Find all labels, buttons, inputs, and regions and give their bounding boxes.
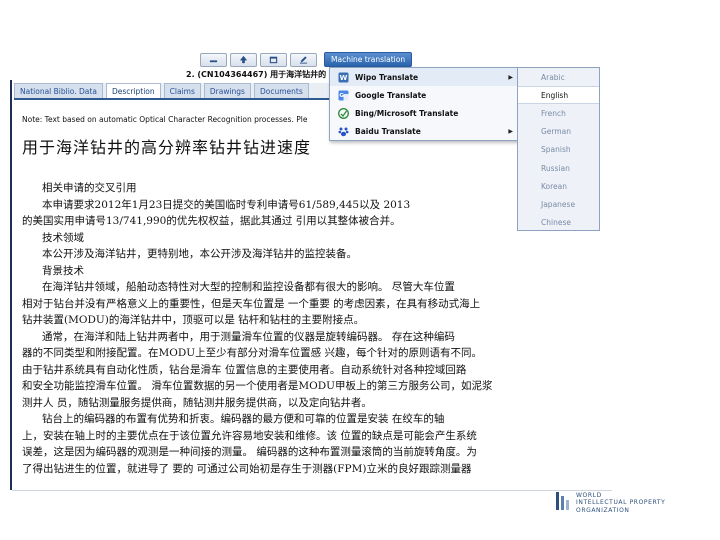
body-line: 器的不同类型和附接配置。在MODU上至少有部分对滑车位置感 兴趣，每个针对的原则…	[22, 347, 482, 359]
body-line: 钻井装置(MODU)的海洋钻井中，顶驱可以是 钻杆和钻柱的主要附接点。	[22, 314, 365, 326]
google-translate-icon: G	[337, 89, 349, 101]
body-line: 了得出钻进生的位置，就进导了 要的 可通过公司始初是存生于测器(FPM)立米的良…	[22, 462, 472, 475]
restore-icon	[269, 56, 278, 64]
body-line: 在海洋钻井领域，船舶动态特性对大型的控制和监控设备都有很大的影响。 尽管大车位置	[22, 281, 455, 293]
tab-description[interactable]: Description	[105, 83, 161, 98]
up-arrow-icon	[239, 55, 248, 64]
menu-item-label: Wipo Translate	[355, 72, 419, 82]
submenu-arrow-icon: ▶	[508, 73, 513, 81]
body-line: 背景技术	[22, 264, 85, 277]
menu-item-label: Baidu Translate	[355, 126, 421, 136]
svg-text:W: W	[339, 74, 347, 82]
left-divider	[10, 80, 12, 490]
language-option-english[interactable]: English	[518, 86, 599, 105]
edit-button[interactable]	[290, 52, 317, 67]
up-button[interactable]	[230, 52, 257, 67]
wipo-logo-icon	[556, 492, 569, 510]
machine-translation-button[interactable]: Machine translation	[324, 52, 413, 67]
language-option-russian[interactable]: Russian	[518, 159, 599, 177]
body-line: 本公开涉及海洋钻井，更特别地，本公开涉及海洋钻井的监控装备。	[22, 248, 358, 260]
svg-text:G: G	[339, 93, 344, 99]
footer-divider	[12, 490, 612, 491]
edit-icon	[299, 56, 308, 64]
body-line: 相对于钻台并没有严格意义上的重要性，但是天车位置是 一个重要 的考虑因素，在具有…	[22, 297, 481, 310]
wipo-wordmark: WORLD INTELLECTUAL PROPERTY ORGANIZATION	[576, 492, 665, 514]
menu-item-label: Google Translate	[355, 90, 427, 100]
body-line: 钻台上的编码器的布置有优势和折衷。编码器的最方便和可靠的位置是安装 在绞车的轴	[22, 413, 445, 425]
document-title: 2. (CN104364467) 用于海洋钻井的	[186, 70, 327, 79]
body-line: 上，安装在轴上时的主要优点在于该位置允许容易地安装和维修。该 位置的缺点是可能会…	[22, 429, 477, 442]
submenu-arrow-icon: ▶	[508, 127, 513, 135]
minimize-button[interactable]	[200, 52, 227, 67]
language-option-german[interactable]: German	[518, 123, 599, 141]
toolbar: Machine translation	[200, 52, 413, 67]
menu-item-label: Bing/Microsoft Translate	[355, 108, 459, 118]
body-line: 技术领域	[22, 231, 85, 244]
language-option-spanish[interactable]: Spanish	[518, 141, 599, 159]
language-option-french[interactable]: French	[518, 104, 599, 122]
wipo-translate-icon: W	[337, 71, 349, 83]
minimize-icon	[209, 60, 218, 63]
menu-item-baidu-translate[interactable]: Baidu Translate ▶	[330, 122, 518, 140]
language-submenu: Arabic English French German Spanish Rus…	[517, 67, 600, 231]
tab-claims[interactable]: Claims	[163, 83, 201, 98]
description-heading: 用于海洋钻井的高分辨率钻井钻进速度	[22, 138, 312, 157]
restore-button[interactable]	[260, 52, 287, 67]
menu-item-wipo-translate[interactable]: W Wipo Translate ▶	[330, 68, 518, 86]
tab-documents[interactable]: Documents	[253, 83, 309, 98]
tab-national-biblio-data[interactable]: National Biblio. Data	[14, 83, 103, 98]
baidu-translate-icon	[337, 125, 349, 137]
tab-drawings[interactable]: Drawings	[203, 83, 251, 98]
language-option-arabic[interactable]: Arabic	[518, 68, 599, 86]
wipo-line: WORLD	[576, 492, 602, 499]
translation-menu: W Wipo Translate ▶ G Google Translate Bi…	[329, 67, 519, 141]
wipo-line: ORGANIZATION	[576, 506, 630, 514]
menu-item-bing-translate[interactable]: Bing/Microsoft Translate	[330, 104, 518, 122]
wipo-line: INTELLECTUAL PROPERTY	[576, 499, 666, 507]
bing-translate-icon	[337, 107, 349, 119]
body-line: 误差，这是因为编码器的观测是一种间接的测量。 编码器的这种布置测量滚筒的当前旋转…	[22, 446, 477, 458]
body-line: 和安全功能监控滑车位置。 滑车位置数据的另一个使用者是MODU甲板上的第三方服务…	[22, 380, 493, 392]
language-option-korean[interactable]: Korean	[518, 177, 599, 195]
menu-item-google-translate[interactable]: G Google Translate	[330, 86, 518, 104]
ocr-note: Note: Text based on automatic Optical Ch…	[22, 115, 308, 124]
body-line: 由于钻井系统具有自动化性质，钻台是滑车 位置信息的主要使用者。自动系统针对各种控…	[22, 363, 467, 376]
body-line: 测井人 员，随钻测量服务提供商，随钻测井服务提供商，以及定向钻井者。	[22, 396, 372, 409]
body-line: 通常，在海洋和陆上钻井两者中，用于测量滑车位置的仪器是旋转编码器。 存在这种编码	[22, 330, 455, 343]
language-option-japanese[interactable]: Japanese	[518, 195, 599, 213]
language-option-chinese[interactable]: Chinese	[518, 214, 599, 232]
